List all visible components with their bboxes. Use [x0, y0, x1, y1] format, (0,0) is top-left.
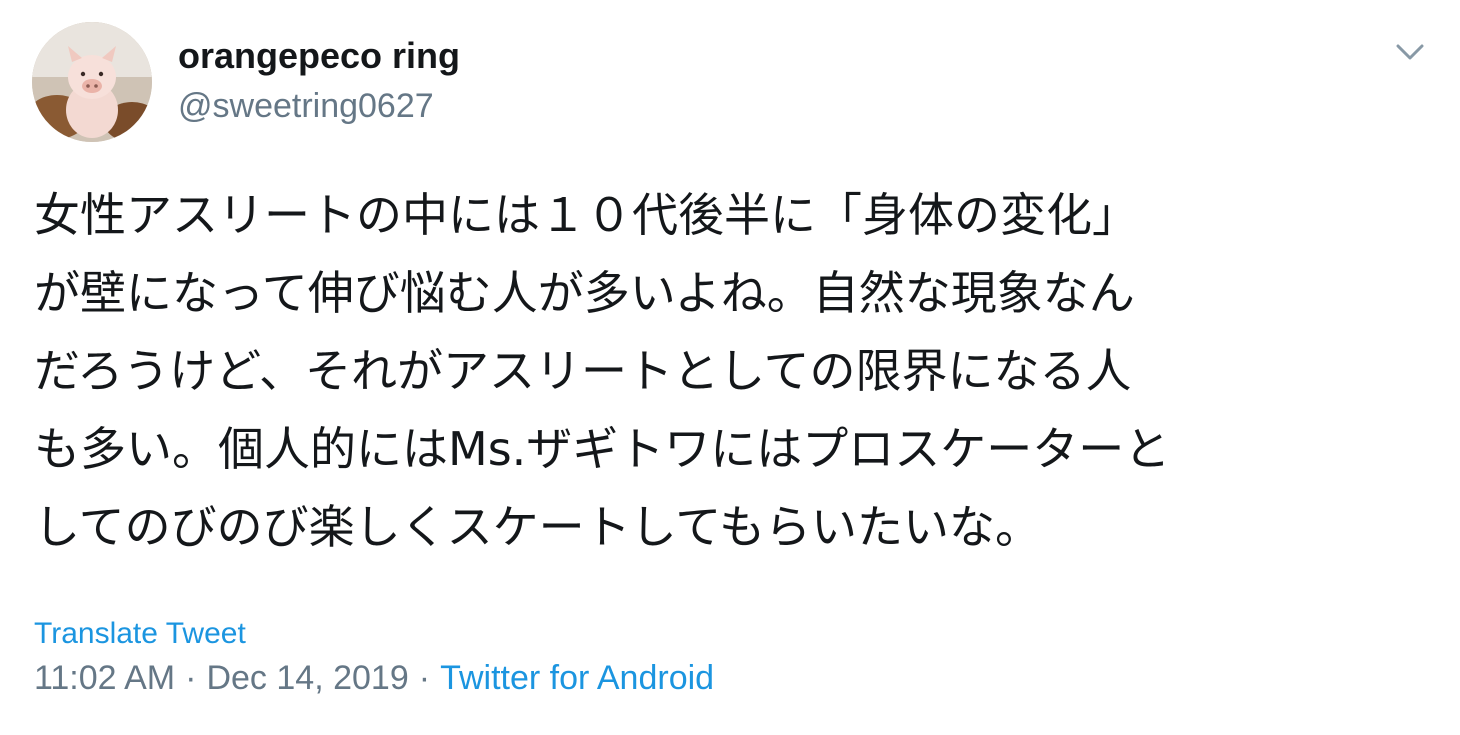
chevron-down-icon[interactable] — [1388, 36, 1432, 68]
tweet-text-line: が壁になって伸び悩む人が多いよね。自然な現象なん — [34, 266, 1135, 320]
separator: · — [185, 659, 197, 697]
translate-tweet-link[interactable]: Translate Tweet — [34, 614, 246, 654]
tweet-metadata: 11:02 AM · Dec 14, 2019 · Twitter for Androi… — [34, 656, 714, 700]
tweet-text-line: 女性アスリートの中には１０代後半に「身体の変化」 — [34, 188, 1138, 242]
tweet-text-line: だろうけど、それがアスリートとしての限界になる人 — [34, 344, 1132, 398]
tweet-source-link[interactable]: Twitter for Android — [440, 659, 714, 697]
piglet-avatar-image — [32, 22, 152, 142]
avatar[interactable] — [32, 22, 152, 142]
author-handle[interactable]: @sweetring0627 — [178, 84, 434, 128]
author-display-name[interactable]: orangepeco ring — [178, 34, 460, 78]
tweet-text-line: も多い。個人的にはMs.ザギトワにはプロスケーターと — [34, 422, 1171, 476]
tweet-date[interactable]: Dec 14, 2019 — [206, 659, 408, 697]
tweet-text-line: してのびのび楽しくスケートしてもらいたいな。 — [34, 500, 1041, 554]
separator: · — [418, 659, 431, 697]
tweet-text: 女性アスリートの中には１０代後半に「身体の変化」 が壁になって伸び悩む人が多いよ… — [34, 176, 1429, 566]
tweet-card: orangepeco ring @sweetring0627 女性アスリートの中… — [0, 0, 1460, 735]
tweet-time[interactable]: 11:02 AM — [34, 659, 175, 697]
